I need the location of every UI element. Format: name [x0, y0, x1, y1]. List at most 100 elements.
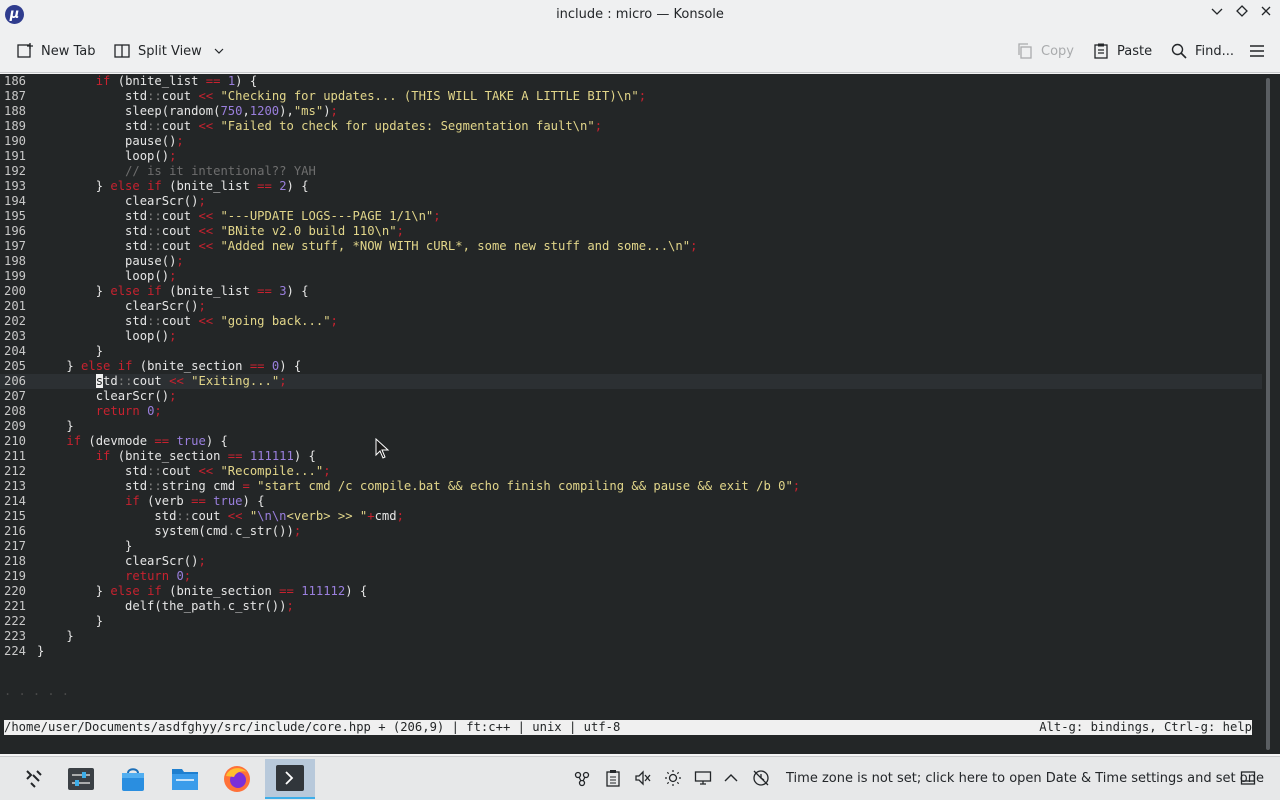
code-line[interactable]: 189 std::cout << "Failed to check for up… — [0, 119, 1262, 134]
hamburger-menu-button[interactable] — [1248, 29, 1266, 73]
code-line[interactable]: 219 return 0; — [0, 569, 1262, 584]
code-line[interactable]: 215 std::cout << "\n\n<verb> >> "+cmd; — [0, 509, 1262, 524]
line-source[interactable]: sleep(random(750,1200),"ms"); — [37, 104, 338, 119]
line-source[interactable]: std::cout << "BNite v2.0 build 110\n"; — [37, 224, 404, 239]
line-source[interactable]: std::cout << "Exiting..."; — [37, 374, 287, 389]
code-line[interactable]: 220 } else if (bnite_section == 111112) … — [0, 584, 1262, 599]
code-line[interactable]: 201 clearScr(); — [0, 299, 1262, 314]
code-line[interactable]: 207 clearScr(); — [0, 389, 1262, 404]
code-line[interactable]: 202 std::cout << "going back..."; — [0, 314, 1262, 329]
konsole-task-button[interactable] — [265, 759, 315, 799]
terminal-view[interactable]: 186 if (bnite_list == 1) {187 std::cout … — [0, 74, 1280, 754]
new-tab-button[interactable]: New Tab — [16, 29, 96, 73]
code-line[interactable]: 188 sleep(random(750,1200),"ms"); — [0, 104, 1262, 119]
date-time-widget[interactable]: Time zone is not set; click here to open… — [786, 757, 1264, 800]
kde-connect-tray[interactable] — [573, 769, 591, 787]
line-source[interactable]: } — [37, 629, 73, 644]
line-source[interactable]: std::cout << "Failed to check for update… — [37, 119, 602, 134]
line-source[interactable]: } — [37, 419, 73, 434]
line-source[interactable]: clearScr(); — [37, 299, 206, 314]
maximize-button[interactable] — [1233, 5, 1251, 23]
line-source[interactable]: std::cout << "---UPDATE LOGS---PAGE 1/1\… — [37, 209, 441, 224]
line-source[interactable]: return 0; — [37, 569, 191, 584]
volume-tray[interactable] — [634, 769, 652, 787]
code-line[interactable]: 194 clearScr(); — [0, 194, 1262, 209]
split-view-button[interactable]: Split View — [113, 29, 225, 73]
display-tray[interactable] — [694, 769, 712, 787]
dolphin-file-manager-button[interactable] — [163, 759, 207, 799]
line-source[interactable]: } — [37, 539, 132, 554]
firefox-button[interactable] — [215, 759, 259, 799]
code-line[interactable]: 205 } else if (bnite_section == 0) { — [0, 359, 1262, 374]
line-source[interactable]: pause(); — [37, 134, 184, 149]
line-source[interactable]: } else if (bnite_section == 0) { — [37, 359, 301, 374]
code-line[interactable]: 197 std::cout << "Added new stuff, *NOW … — [0, 239, 1262, 254]
code-line[interactable]: 190 pause(); — [0, 134, 1262, 149]
code-line[interactable]: 216 system(cmd.c_str()); — [0, 524, 1262, 539]
code-line[interactable]: 217 } — [0, 539, 1262, 554]
brightness-tray[interactable] — [664, 769, 682, 787]
line-source[interactable]: loop(); — [37, 269, 176, 284]
discover-store-button[interactable] — [111, 759, 155, 799]
line-source[interactable]: loop(); — [37, 329, 176, 344]
code-line[interactable]: 196 std::cout << "BNite v2.0 build 110\n… — [0, 224, 1262, 239]
find-button[interactable]: Find... — [1170, 29, 1234, 73]
code-line[interactable]: 203 loop(); — [0, 329, 1262, 344]
code-line[interactable]: 208 return 0; — [0, 404, 1262, 419]
line-source[interactable]: } — [37, 644, 44, 659]
line-source[interactable]: std::cout << "\n\n<verb> >> "+cmd; — [37, 509, 404, 524]
clipboard-tray[interactable] — [604, 769, 622, 787]
code-line[interactable]: 186 if (bnite_list == 1) { — [0, 74, 1262, 89]
line-source[interactable]: std::cout << "Checking for updates... (T… — [37, 89, 646, 104]
line-source[interactable]: if (devmode == true) { — [37, 434, 227, 449]
code-line[interactable]: 222 } — [0, 614, 1262, 629]
system-settings-button[interactable] — [59, 759, 103, 799]
line-source[interactable]: clearScr(); — [37, 554, 206, 569]
code-line[interactable]: 212 std::cout << "Recompile..."; — [0, 464, 1262, 479]
code-line[interactable]: 221 delf(the_path.c_str()); — [0, 599, 1262, 614]
code-line[interactable]: 193 } else if (bnite_list == 2) { — [0, 179, 1262, 194]
line-source[interactable]: clearScr(); — [37, 389, 177, 404]
code-line[interactable]: 198 pause(); — [0, 254, 1262, 269]
code-line[interactable]: 187 std::cout << "Checking for updates..… — [0, 89, 1262, 104]
application-launcher-button[interactable] — [11, 759, 55, 799]
line-source[interactable]: std::cout << "Added new stuff, *NOW WITH… — [37, 239, 697, 254]
code-line[interactable]: 191 loop(); — [0, 149, 1262, 164]
code-line[interactable]: 195 std::cout << "---UPDATE LOGS---PAGE … — [0, 209, 1262, 224]
close-button[interactable] — [1257, 5, 1275, 23]
code-line[interactable]: 210 if (devmode == true) { — [0, 434, 1262, 449]
code-line[interactable]: 218 clearScr(); — [0, 554, 1262, 569]
code-line[interactable]: 213 std::string cmd = "start cmd /c comp… — [0, 479, 1262, 494]
line-source[interactable]: } — [37, 344, 103, 359]
line-source[interactable]: clearScr(); — [37, 194, 206, 209]
scrollbar-thumb[interactable] — [1266, 78, 1270, 750]
line-source[interactable]: system(cmd.c_str()); — [37, 524, 301, 539]
line-source[interactable]: delf(the_path.c_str()); — [37, 599, 294, 614]
line-source[interactable]: std::string cmd = "start cmd /c compile.… — [37, 479, 800, 494]
paste-button[interactable]: Paste — [1092, 29, 1152, 73]
line-source[interactable]: pause(); — [37, 254, 184, 269]
show-hidden-icons-tray[interactable] — [722, 769, 740, 787]
line-source[interactable]: std::cout << "Recompile..."; — [37, 464, 331, 479]
line-source[interactable]: if (verb == true) { — [37, 494, 264, 509]
clock-tray[interactable] — [752, 769, 770, 787]
line-source[interactable]: } else if (bnite_list == 3) { — [37, 284, 309, 299]
code-line[interactable]: 211 if (bnite_section == 111111) { — [0, 449, 1262, 464]
line-source[interactable]: if (bnite_list == 1) { — [37, 74, 257, 89]
line-source[interactable]: } — [37, 614, 103, 629]
code-line[interactable]: 209 } — [0, 419, 1262, 434]
line-source[interactable]: std::cout << "going back..."; — [37, 314, 338, 329]
line-source[interactable]: if (bnite_section == 111111) { — [37, 449, 316, 464]
terminal-scrollbar[interactable] — [1264, 74, 1272, 754]
code-line[interactable]: 199 loop(); — [0, 269, 1262, 284]
line-source[interactable]: } else if (bnite_section == 111112) { — [37, 584, 368, 599]
minimize-button[interactable] — [1208, 5, 1226, 23]
code-line[interactable]: 206 std::cout << "Exiting..."; — [0, 374, 1262, 389]
show-desktop-button[interactable] — [1239, 769, 1257, 787]
line-source[interactable]: // is it intentional?? YAH — [37, 164, 316, 179]
code-line[interactable]: 224} — [0, 644, 1262, 659]
line-source[interactable]: loop(); — [37, 149, 176, 164]
line-source[interactable]: } else if (bnite_list == 2) { — [37, 179, 309, 194]
line-source[interactable]: return 0; — [37, 404, 162, 419]
code-line[interactable]: 204 } — [0, 344, 1262, 359]
